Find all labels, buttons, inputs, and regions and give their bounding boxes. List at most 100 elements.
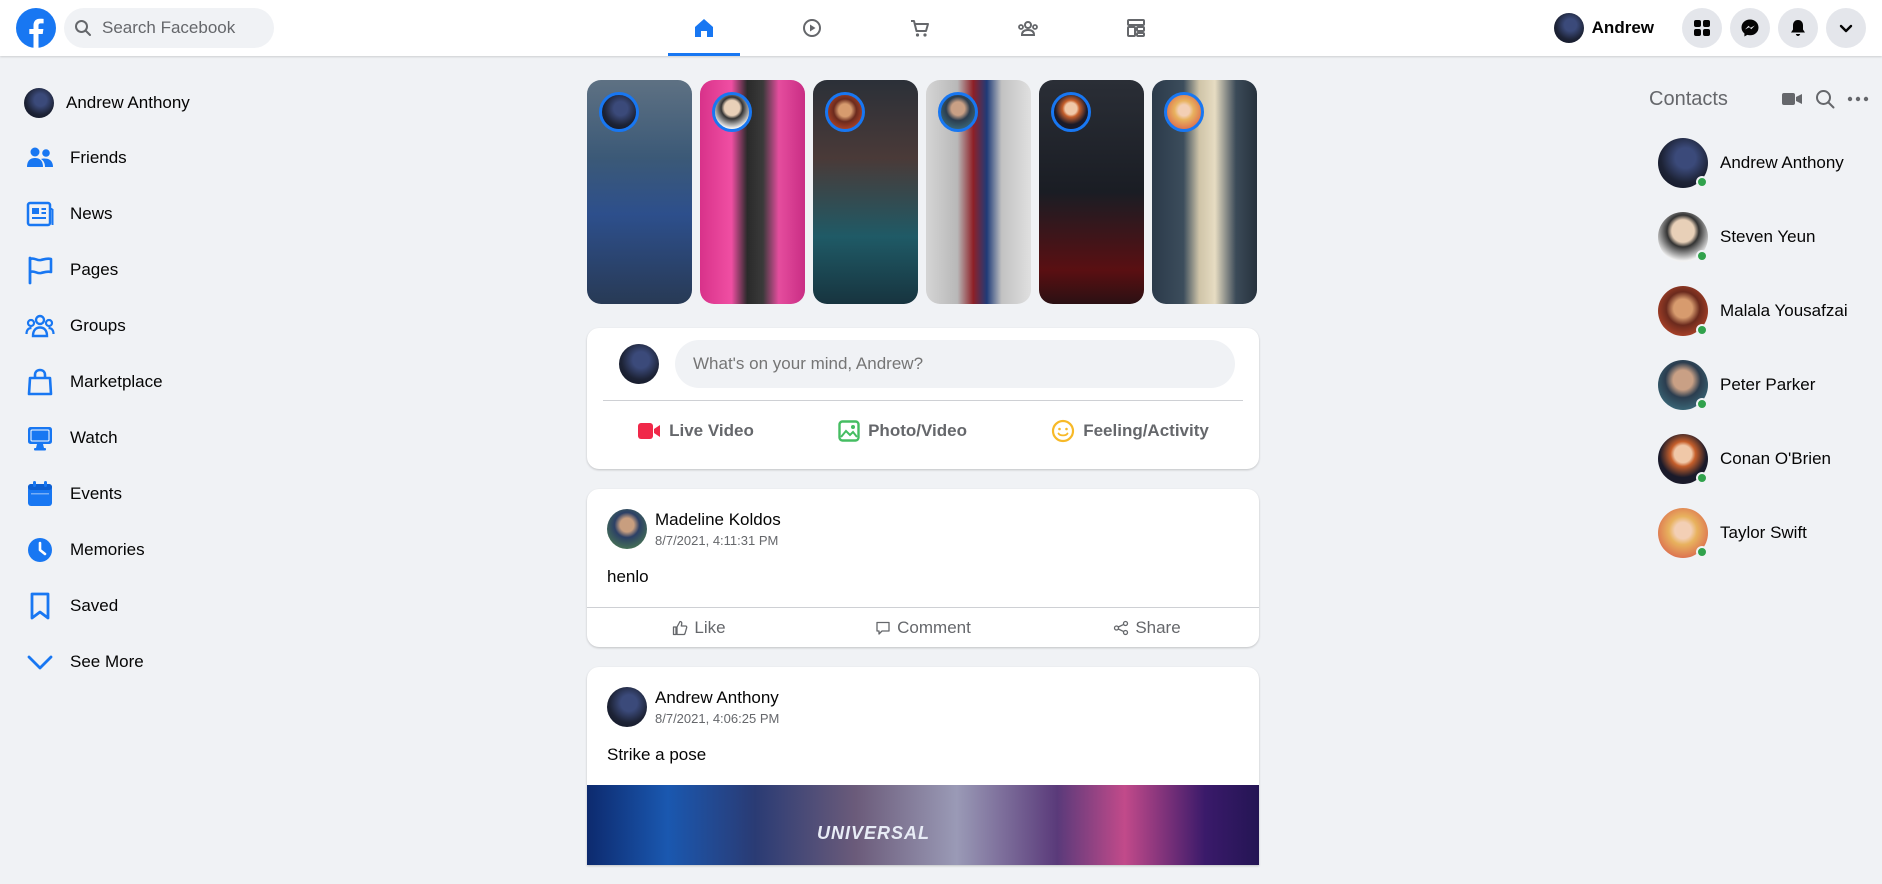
contact-name: Malala Yousafzai [1720, 301, 1848, 320]
new-room-video-icon[interactable] [1781, 90, 1803, 108]
story-card[interactable] [1039, 80, 1144, 304]
post-meta: Madeline Koldos 8/7/2021, 4:11:31 PM [655, 510, 781, 548]
online-indicator [1696, 546, 1708, 558]
search-icon[interactable] [1815, 89, 1835, 109]
contact-name: Conan O'Brien [1720, 449, 1831, 468]
tab-home[interactable] [650, 0, 758, 56]
sidebar-item-watch[interactable]: Watch [16, 410, 336, 466]
feeling-activity-button[interactable]: Feeling/Activity [1035, 411, 1225, 451]
story-avatar [1164, 92, 1204, 132]
sidebar-item-label: Saved [70, 596, 119, 615]
sidebar-item-label: Pages [70, 260, 119, 279]
tab-marketplace[interactable] [866, 0, 974, 56]
messenger-button[interactable] [1730, 8, 1770, 48]
sidebar-item-friends[interactable]: Friends [16, 130, 336, 186]
post-actions: Like Comment Share [587, 607, 1259, 647]
contact-item[interactable]: Conan O'Brien [1649, 422, 1869, 496]
sidebar-item-label: News [70, 204, 113, 223]
post-meta: Andrew Anthony 8/7/2021, 4:06:25 PM [655, 688, 779, 726]
post-text: henlo [607, 567, 649, 586]
sidebar-item-label: Memories [70, 540, 145, 559]
search-input[interactable] [100, 17, 260, 39]
messenger-icon [1741, 19, 1759, 37]
post-timestamp[interactable]: 8/7/2021, 4:06:25 PM [655, 711, 779, 726]
avatar [1658, 286, 1708, 336]
sidebar-item-profile[interactable]: Andrew Anthony [16, 76, 336, 130]
story-card[interactable] [926, 80, 1031, 304]
sidebar-item-pages[interactable]: Pages [16, 242, 336, 298]
photo-video-button[interactable]: Photo/Video [822, 412, 983, 450]
contacts-list: Andrew Anthony Steven Yeun Malala Yousaf… [1649, 126, 1869, 570]
stories-tray [587, 80, 1259, 304]
sidebar-item-saved[interactable]: Saved [16, 578, 336, 634]
post-author[interactable]: Andrew Anthony [655, 688, 779, 708]
contact-item[interactable]: Malala Yousafzai [1649, 274, 1869, 348]
online-indicator [1696, 472, 1708, 484]
status-input[interactable] [675, 340, 1235, 388]
post-author[interactable]: Madeline Koldos [655, 510, 781, 530]
post-photo[interactable]: UNIVERSAL [587, 785, 1259, 865]
video-play-icon [803, 19, 821, 37]
more-options-icon[interactable] [1847, 89, 1869, 109]
post-timestamp[interactable]: 8/7/2021, 4:11:31 PM [655, 533, 781, 548]
sidebar-item-memories[interactable]: Memories [16, 522, 336, 578]
comment-button[interactable]: Comment [811, 618, 1035, 638]
notifications-button[interactable] [1778, 8, 1818, 48]
sidebar-item-label: See More [70, 652, 144, 671]
avatar [1658, 434, 1708, 484]
flag-icon [22, 252, 58, 288]
search-bar[interactable] [64, 8, 274, 48]
comment-icon [876, 621, 890, 635]
story-avatar [599, 92, 639, 132]
sidebar-item-see-more[interactable]: See More [16, 634, 336, 690]
home-icon [695, 19, 713, 37]
share-button[interactable]: Share [1035, 618, 1259, 638]
search-icon [75, 20, 91, 36]
story-card[interactable] [587, 80, 692, 304]
photo-icon [838, 420, 860, 442]
account-menu-button[interactable] [1826, 8, 1866, 48]
friends-icon [22, 140, 58, 176]
tab-gaming[interactable] [1082, 0, 1190, 56]
sidebar-item-label: Events [70, 484, 122, 503]
gaming-icon [1127, 19, 1145, 37]
monitor-icon [22, 420, 58, 456]
sidebar-item-groups[interactable]: Groups [16, 298, 336, 354]
profile-shortcut[interactable]: Andrew [1550, 10, 1666, 46]
tab-watch[interactable] [758, 0, 866, 56]
contact-item[interactable]: Peter Parker [1649, 348, 1869, 422]
like-button[interactable]: Like [587, 618, 811, 638]
post-card: Andrew Anthony 8/7/2021, 4:06:25 PM Stri… [587, 667, 1259, 865]
story-card[interactable] [813, 80, 918, 304]
sidebar-item-label: Marketplace [70, 372, 163, 391]
clock-icon [22, 532, 58, 568]
feeling-activity-label: Feeling/Activity [1083, 421, 1209, 440]
post-header: Andrew Anthony 8/7/2021, 4:06:25 PM [587, 667, 1259, 727]
live-video-icon [638, 423, 661, 439]
main-nav-tabs [650, 0, 1190, 56]
avatar[interactable] [607, 509, 647, 549]
chevron-down-icon [1839, 24, 1853, 33]
contact-name: Steven Yeun [1720, 227, 1816, 246]
sidebar-item-label: Friends [70, 148, 127, 167]
post-header: Madeline Koldos 8/7/2021, 4:11:31 PM [587, 489, 1259, 549]
contact-name: Andrew Anthony [1720, 153, 1844, 172]
sidebar-item-events[interactable]: Events [16, 466, 336, 522]
post-text: Strike a pose [607, 745, 707, 764]
sidebar-item-news[interactable]: News [16, 186, 336, 242]
tab-groups[interactable] [974, 0, 1082, 56]
story-card[interactable] [1152, 80, 1257, 304]
story-avatar [712, 92, 752, 132]
facebook-logo-icon[interactable] [16, 8, 56, 48]
composer-top-row [603, 340, 1243, 401]
sidebar-item-marketplace[interactable]: Marketplace [16, 354, 336, 410]
contact-item[interactable]: Andrew Anthony [1649, 126, 1869, 200]
live-video-button[interactable]: Live Video [621, 413, 770, 449]
story-card[interactable] [700, 80, 805, 304]
story-avatar [825, 92, 865, 132]
contact-item[interactable]: Taylor Swift [1649, 496, 1869, 570]
menu-button[interactable] [1682, 8, 1722, 48]
photo-video-label: Photo/Video [868, 421, 967, 440]
avatar[interactable] [607, 687, 647, 727]
contact-item[interactable]: Steven Yeun [1649, 200, 1869, 274]
